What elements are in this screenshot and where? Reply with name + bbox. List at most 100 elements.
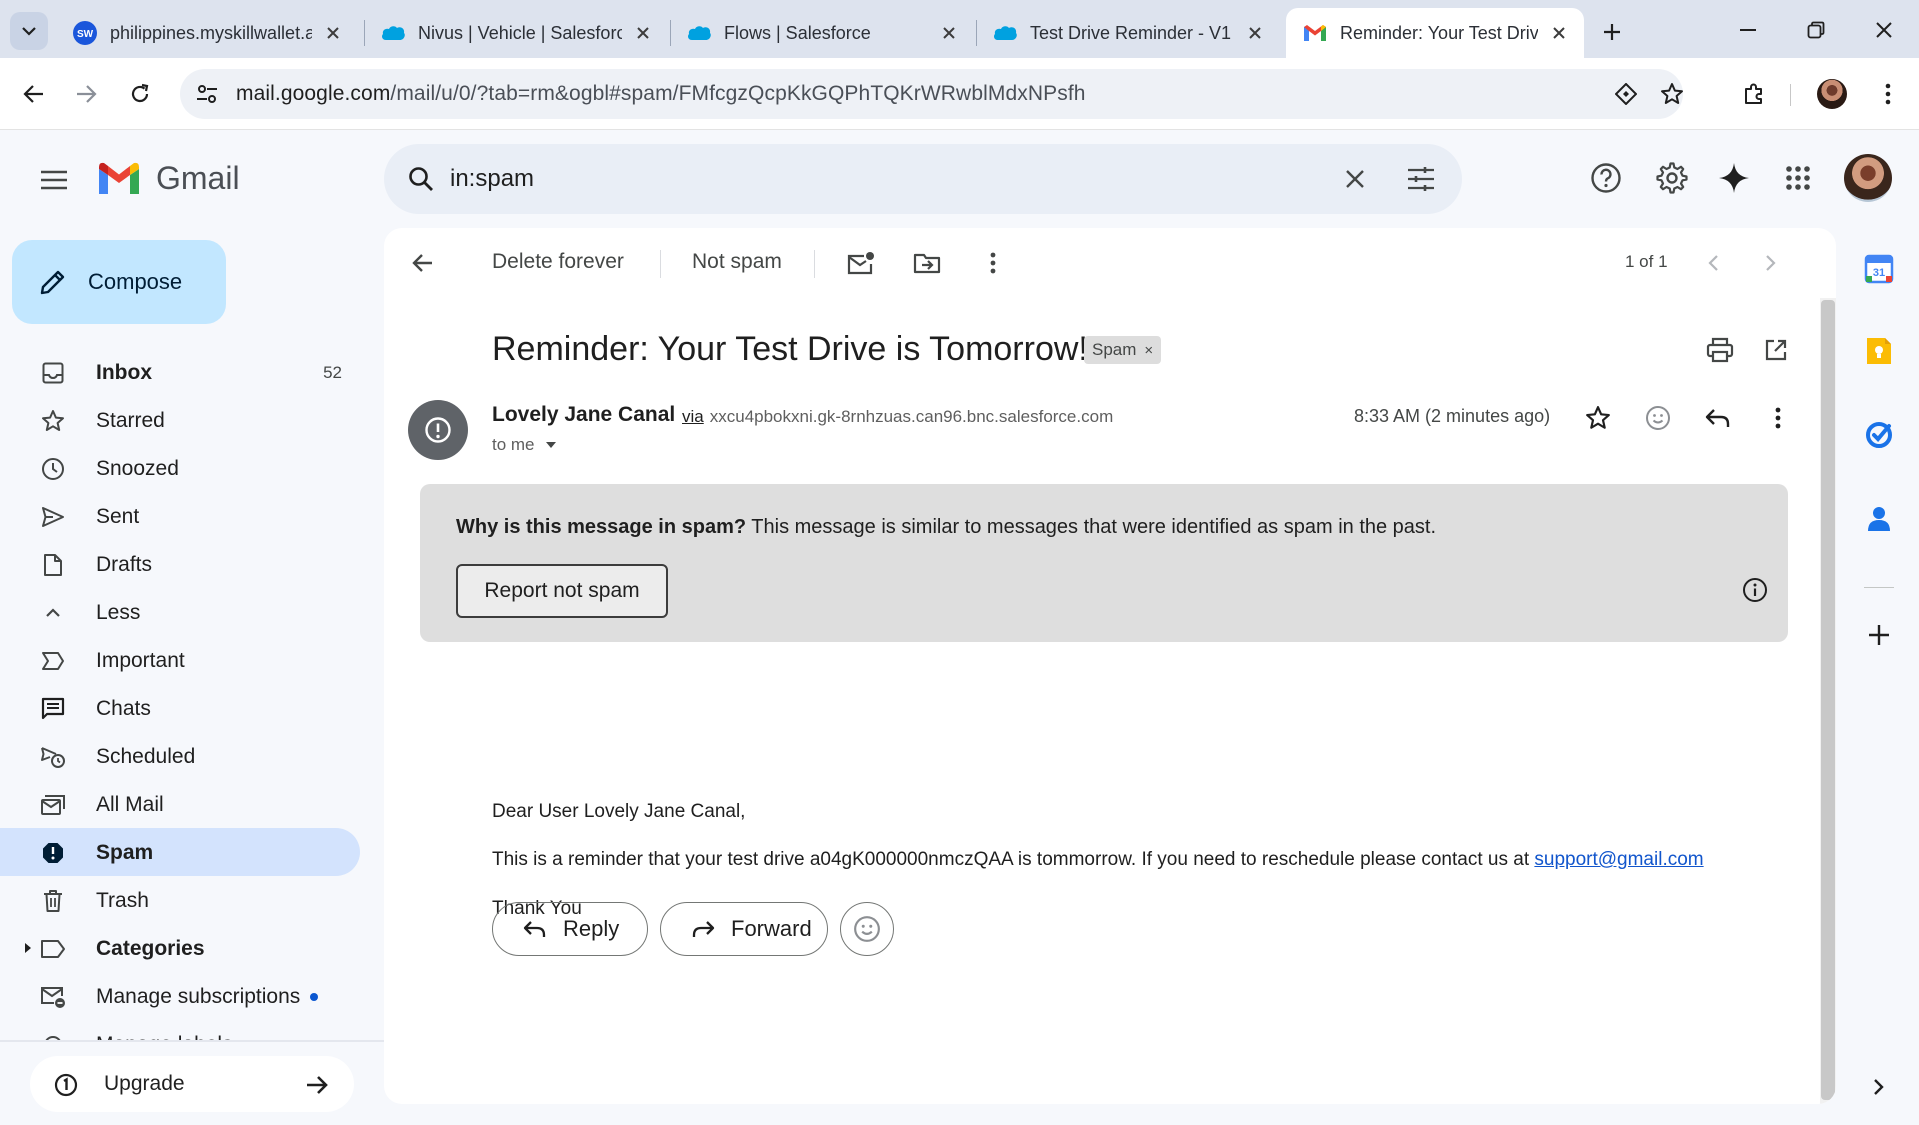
profile-avatar[interactable]	[1814, 76, 1850, 112]
account-avatar[interactable]	[1844, 154, 1892, 202]
sidebar-item-starred[interactable]: Starred	[0, 396, 360, 444]
minimize-window-button[interactable]	[1730, 14, 1766, 46]
sidebar-item-manage-subscriptions[interactable]: Manage subscriptions	[0, 972, 360, 1020]
sidebar-item-sent[interactable]: Sent	[0, 492, 360, 540]
message-more-icon[interactable]	[1758, 398, 1798, 438]
search-options-icon[interactable]	[1404, 162, 1438, 196]
forward-button[interactable]: Forward	[660, 902, 828, 956]
minimize-icon	[1740, 29, 1756, 31]
open-in-new-window-icon[interactable]	[1758, 332, 1794, 368]
sidebar-item-scheduled[interactable]: Scheduled	[0, 732, 360, 780]
gemini-sparkle-icon[interactable]	[1714, 158, 1754, 198]
add-reaction-icon[interactable]	[1638, 398, 1678, 438]
message-timestamp: 8:33 AM (2 minutes ago)	[1354, 406, 1551, 426]
main-menu-button[interactable]	[34, 160, 74, 200]
expand-caret-icon[interactable]	[22, 942, 34, 954]
back-to-list-button[interactable]	[404, 244, 442, 282]
support-email-link[interactable]: support@gmail.com	[1534, 849, 1703, 870]
search-input[interactable]: in:spam	[450, 165, 534, 193]
move-to-folder-icon[interactable]	[908, 244, 946, 282]
tab-search-button[interactable]	[10, 12, 48, 50]
extensions-puzzle-icon[interactable]	[1736, 76, 1772, 112]
forward-button[interactable]	[68, 76, 104, 112]
report-not-spam-button[interactable]: Report not spam	[456, 564, 668, 618]
via-link[interactable]: via	[682, 407, 704, 426]
sidebar-item-label: Scheduled	[96, 745, 196, 768]
tasks-app-icon[interactable]	[1860, 416, 1898, 454]
sidebar-item-categories[interactable]: Categories	[0, 924, 360, 972]
restore-window-button[interactable]	[1798, 14, 1834, 46]
body-paragraph: This is a reminder that your test drive …	[492, 849, 1704, 871]
close-tab-icon[interactable]	[938, 22, 960, 44]
sidebar-item-trash[interactable]: Trash	[0, 876, 360, 924]
emoji-reaction-button[interactable]	[840, 902, 894, 956]
newer-message-button[interactable]	[1694, 244, 1732, 282]
recipient-details-toggle[interactable]: to me	[492, 435, 557, 455]
compose-button[interactable]: Compose	[12, 240, 226, 324]
forward-label: Forward	[731, 916, 812, 941]
browser-toolbar: mail.google.com/mail/u/0/?tab=rm&ogbl#sp…	[0, 58, 1919, 130]
info-icon[interactable]	[1740, 575, 1770, 605]
sender-name[interactable]: Lovely Jane Canal	[492, 403, 675, 427]
sidebar-item-important[interactable]: Important	[0, 636, 360, 684]
star-message-icon[interactable]	[1578, 398, 1618, 438]
remove-label-icon[interactable]: ×	[1144, 342, 1153, 359]
close-window-button[interactable]	[1866, 14, 1902, 46]
print-icon[interactable]	[1702, 332, 1738, 368]
site-info-icon[interactable]	[194, 81, 220, 107]
browser-tab-flows[interactable]: Flows | Salesforce	[670, 8, 974, 58]
new-tab-button[interactable]	[1596, 16, 1628, 48]
more-actions-icon[interactable]	[974, 244, 1012, 282]
message-scrollbar-thumb[interactable]	[1821, 300, 1835, 1100]
settings-gear-icon[interactable]	[1652, 158, 1692, 198]
browser-menu-icon[interactable]	[1870, 76, 1906, 112]
sidebar-item-manage-labels[interactable]: Manage labels	[0, 1020, 360, 1042]
clear-search-icon[interactable]	[1338, 162, 1372, 196]
contacts-app-icon[interactable]	[1860, 500, 1898, 538]
calendar-app-icon[interactable]: 31	[1860, 250, 1898, 288]
arrow-right-icon	[302, 1070, 332, 1100]
mail-search-bar[interactable]: in:spam	[384, 144, 1462, 214]
sidebar-item-snoozed[interactable]: Snoozed	[0, 444, 360, 492]
browser-tab-nivus[interactable]: Nivus | Vehicle | Salesforce	[364, 8, 668, 58]
sidebar-item-spam[interactable]: Spam	[0, 828, 360, 876]
sidebar-item-less[interactable]: Less	[0, 588, 360, 636]
gmail-page: Gmail in:spam Compose Inbox 52 Starred S…	[0, 130, 1919, 1125]
send-icon	[40, 504, 66, 530]
google-apps-grid-icon[interactable]	[1778, 158, 1818, 198]
sidebar-item-all-mail[interactable]: All Mail	[0, 780, 360, 828]
close-tab-icon[interactable]	[632, 22, 654, 44]
address-bar[interactable]: mail.google.com/mail/u/0/?tab=rm&ogbl#sp…	[180, 69, 1683, 119]
browser-tab-skillwallet[interactable]: SW philippines.myskillwallet.ai	[56, 8, 358, 58]
back-button[interactable]	[16, 76, 52, 112]
close-tab-icon[interactable]	[1548, 22, 1570, 44]
reply-icon[interactable]	[1698, 398, 1738, 438]
sidebar-item-drafts[interactable]: Drafts	[0, 540, 360, 588]
support-help-icon[interactable]	[1586, 158, 1626, 198]
close-tab-icon[interactable]	[322, 22, 344, 44]
reply-button[interactable]: Reply	[492, 902, 648, 956]
body-greeting: Dear User Lovely Jane Canal,	[492, 801, 746, 822]
sidebar-item-label: Drafts	[96, 553, 153, 576]
expand-side-panel-button[interactable]	[1860, 1068, 1898, 1106]
skillwallet-icon: SW	[72, 20, 98, 46]
sidebar-item-inbox[interactable]: Inbox 52	[0, 348, 360, 396]
browser-tab-gmail-active[interactable]: Reminder: Your Test Drive is Tomorrow!	[1286, 8, 1584, 58]
mark-unread-icon[interactable]	[842, 244, 880, 282]
sidebar-item-chats[interactable]: Chats	[0, 684, 360, 732]
upgrade-button[interactable]: Upgrade	[30, 1056, 354, 1112]
browser-tab-test-drive-reminder[interactable]: Test Drive Reminder - V1	[976, 8, 1280, 58]
delete-forever-button[interactable]: Delete forever	[492, 250, 624, 274]
close-tab-icon[interactable]	[1244, 22, 1266, 44]
get-add-ons-button[interactable]	[1860, 616, 1898, 654]
translate-icon[interactable]	[1612, 80, 1640, 108]
keep-notes-app-icon[interactable]	[1860, 332, 1898, 370]
search-icon[interactable]	[404, 162, 438, 196]
mail-folder-list: Inbox 52 Starred Snoozed Sent Drafts Les…	[0, 348, 360, 1042]
reload-button[interactable]	[122, 76, 158, 112]
gmail-logo[interactable]: Gmail	[96, 160, 240, 197]
chevron-right-icon	[1874, 1079, 1884, 1095]
older-message-button[interactable]	[1752, 244, 1790, 282]
not-spam-button[interactable]: Not spam	[692, 250, 782, 274]
bookmark-star-icon[interactable]	[1658, 80, 1686, 108]
